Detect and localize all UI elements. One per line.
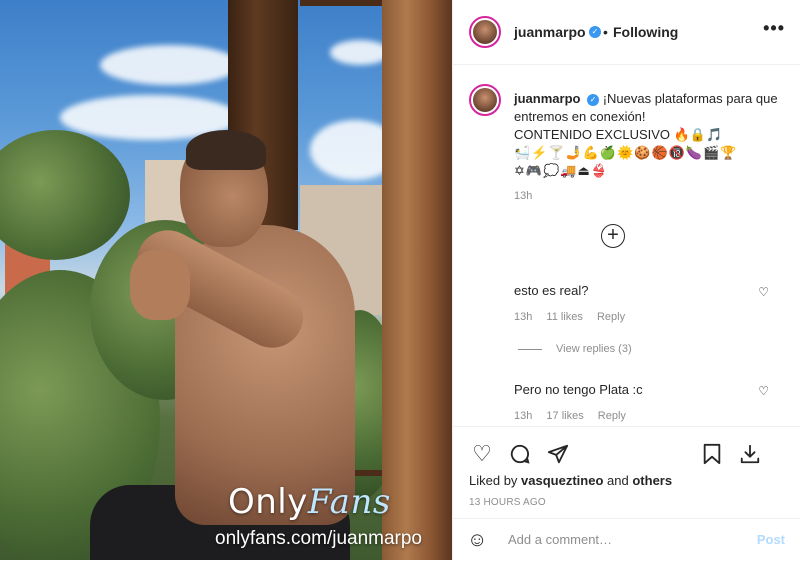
post-sidebar: juanmarpo ✓ • Following ••• juanmarpo ✓ … <box>452 0 800 560</box>
share-paper-plane-icon[interactable] <box>545 441 571 467</box>
onlyfans-watermark: OnlyFans <box>228 482 391 522</box>
comment-text: Pero no tengo Plata :c <box>514 382 643 397</box>
caption-emoji-row: ✡🎮💭🚚⏏👙 <box>514 163 608 178</box>
separator-dot: • <box>603 24 608 40</box>
comment-bubble-icon[interactable] <box>507 441 533 467</box>
window-frame <box>382 0 452 560</box>
comment-text: esto es real? <box>514 283 589 298</box>
download-icon[interactable] <box>737 441 763 467</box>
caption-text: juanmarpo ✓ ¡Nuevas plataformas para que… <box>514 90 786 180</box>
bookmark-icon[interactable] <box>699 441 725 467</box>
comment-likes[interactable]: 17 likes <box>546 410 583 422</box>
liked-by: Liked by vasqueztineo and others <box>469 473 672 488</box>
verified-badge-icon: ✓ <box>587 94 600 106</box>
liked-by-and: and <box>607 473 629 488</box>
caption-emoji-row: 🛀⚡🍸🤳💪🍏🌞🍪🏀🔞🍆🎬🏆 <box>514 145 738 160</box>
like-comment-heart-icon[interactable]: ♡ <box>758 285 769 299</box>
reply-button[interactable]: Reply <box>598 410 626 422</box>
person-hair <box>186 130 266 170</box>
cloud <box>330 40 390 65</box>
more-options-icon[interactable]: ••• <box>763 18 785 39</box>
comment-likes[interactable]: 11 likes <box>546 311 582 323</box>
caption-username[interactable]: juanmarpo <box>514 91 580 106</box>
load-more-comments-icon[interactable]: + <box>601 224 625 248</box>
caption-timestamp: 13h <box>514 190 533 202</box>
view-replies[interactable]: View replies (3) <box>518 343 632 355</box>
reply-button[interactable]: Reply <box>597 311 625 323</box>
liked-by-prefix: Liked by <box>469 473 518 488</box>
post-age: 13 HOURS AGO <box>469 497 546 508</box>
view-replies-label[interactable]: View replies (3) <box>556 343 632 355</box>
caption-line-2: CONTENIDO EXCLUSIVO 🔥🔒🎵 <box>514 127 723 142</box>
author-avatar[interactable] <box>469 16 501 48</box>
comment-meta: 13h 11 likes Reply <box>514 311 636 323</box>
comment-meta: 13h 17 likes Reply <box>514 410 637 422</box>
liked-by-user[interactable]: vasqueztineo <box>521 473 603 488</box>
watermark-url: onlyfans.com/juanmarpo <box>215 528 422 549</box>
person-hand <box>130 250 190 320</box>
divider-line <box>518 348 542 350</box>
post-header: juanmarpo ✓ • Following ••• <box>453 0 800 65</box>
post-photo[interactable]: OnlyFans onlyfans.com/juanmarpo <box>0 0 452 560</box>
add-comment-bar: ☺ Add a comment… Post <box>453 518 800 561</box>
following-button[interactable]: Following <box>613 24 678 40</box>
liked-by-others[interactable]: others <box>632 473 672 488</box>
caption-avatar[interactable] <box>469 84 501 116</box>
verified-badge-icon: ✓ <box>589 26 601 38</box>
tree <box>0 130 130 260</box>
emoji-picker-icon[interactable]: ☺ <box>467 529 487 552</box>
like-heart-icon[interactable]: ♡ <box>469 441 495 467</box>
post-comment-button[interactable]: Post <box>757 532 785 547</box>
comment-time: 13h <box>514 311 533 323</box>
author-username[interactable]: juanmarpo <box>514 24 586 40</box>
comment-time: 13h <box>514 410 533 422</box>
cloud <box>100 45 240 85</box>
add-comment-input[interactable]: Add a comment… <box>508 532 612 547</box>
like-comment-heart-icon[interactable]: ♡ <box>758 384 769 398</box>
window-rail <box>300 0 385 6</box>
